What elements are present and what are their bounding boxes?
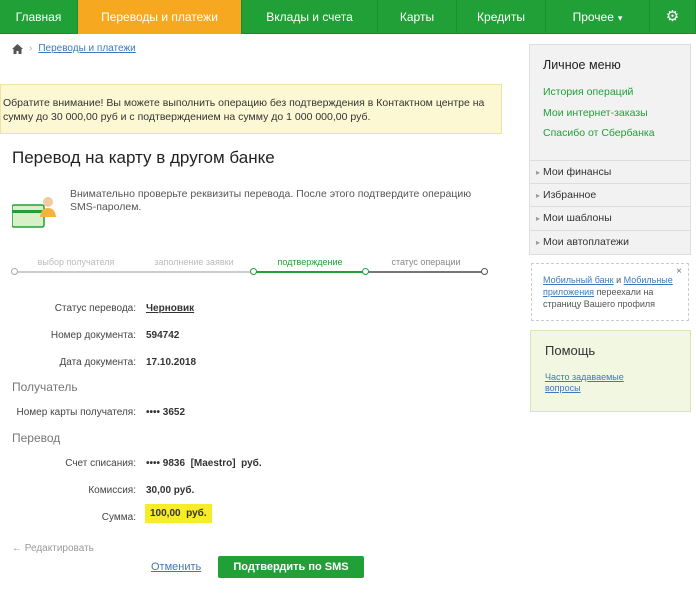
sidebar-item-favorites[interactable]: ▸ Избранное <box>530 183 690 206</box>
doc-date-value: 17.10.2018 <box>146 357 197 368</box>
account-label: Счет списания: <box>65 458 136 469</box>
fee-value: 30,00 руб. <box>146 485 195 496</box>
breadcrumb-link-transfers[interactable]: Переводы и платежи <box>38 43 135 54</box>
status-label: Статус перевода: <box>54 303 136 314</box>
recipient-card-label: Номер карты получателя: <box>16 407 136 418</box>
mobile-promo: × Мобильный банк и Мобильные приложения … <box>531 263 689 321</box>
step-track-done <box>15 271 251 273</box>
sidebar-link-history[interactable]: История операций <box>543 86 633 98</box>
page-title: Перевод на карту в другом банке <box>12 148 275 167</box>
status-value-link[interactable]: Черновик <box>146 303 194 314</box>
recipient-card-value: •••• 3652 <box>146 407 186 418</box>
personal-menu-title: Личное меню <box>543 58 621 72</box>
step-1-dot <box>11 268 18 275</box>
intro-text: Внимательно проверьте реквизиты перевода… <box>70 188 472 213</box>
nav-item-credits[interactable]: Кредиты <box>457 0 546 34</box>
doc-number-value: 594742 <box>146 330 180 341</box>
nav-item-deposits[interactable]: Вклады и счета <box>242 0 378 34</box>
sidebar-item-templates[interactable]: ▸ Мои шаблоны <box>530 206 690 229</box>
mobile-bank-link[interactable]: Мобильный банк <box>543 275 614 285</box>
sidebar-item-label: Избранное <box>543 189 597 201</box>
help-title: Помощь <box>545 343 596 358</box>
chevron-right-icon: ▸ <box>536 168 541 177</box>
step-end-dot <box>481 268 488 275</box>
breadcrumb-separator: › <box>29 43 33 54</box>
chevron-right-icon: ▸ <box>536 191 541 200</box>
step-4-dot <box>362 268 369 275</box>
nav-item-main[interactable]: Главная <box>0 0 78 34</box>
personal-menu: Личное меню История операций Мои интерне… <box>529 44 691 255</box>
step-1-label: выбор получателя <box>37 257 115 267</box>
doc-number-label: Номер документа: <box>50 330 136 341</box>
settings-button[interactable]: ⚙ <box>650 0 696 34</box>
step-3-label: подтверждение <box>277 257 343 267</box>
cancel-link[interactable]: Отменить <box>151 561 201 573</box>
nav-item-cards[interactable]: Карты <box>378 0 457 34</box>
nav-item-transfers[interactable]: Переводы и платежи <box>78 0 242 34</box>
faq-link[interactable]: Часто задаваемые вопросы <box>545 372 655 394</box>
sidebar-item-autopayments[interactable]: ▸ Мои автоплатежи <box>530 230 690 253</box>
notice-banner: Обратите внимание! Вы можете выполнить о… <box>0 84 502 134</box>
doc-date-label: Дата документа: <box>59 357 136 368</box>
top-nav: Главная Переводы и платежи Вклады и счет… <box>0 0 696 34</box>
sidebar-item-finances[interactable]: ▸ Мои финансы <box>530 160 690 183</box>
help-box: Помощь Часто задаваемые вопросы <box>530 330 691 412</box>
confirm-sms-button[interactable]: Подтвердить по SMS <box>218 556 364 578</box>
step-track-current <box>254 271 368 273</box>
chevron-down-icon: ▾ <box>617 13 623 23</box>
step-2-label: заполнение заявки <box>154 257 234 267</box>
fee-label: Комиссия: <box>88 485 136 496</box>
edit-link[interactable]: ← Редактировать <box>12 543 94 554</box>
sidebar-link-spasibo[interactable]: Спасибо от Сбербанка <box>543 127 655 139</box>
chevron-right-icon: ▸ <box>536 214 541 223</box>
step-4-label: статус операции <box>391 257 461 267</box>
promo-and: и <box>613 275 624 285</box>
account-value: •••• 9836 [Maestro] руб. <box>146 458 262 469</box>
recipient-heading: Получатель <box>12 380 78 394</box>
card-user-icon <box>11 195 58 234</box>
nav-item-more-label: Прочее <box>572 10 614 24</box>
transfer-heading: Перевод <box>12 431 61 445</box>
breadcrumb: › Переводы и платежи <box>12 43 136 54</box>
sidebar-item-label: Мои финансы <box>543 166 612 178</box>
sidebar-link-orders[interactable]: Мои интернет-заказы <box>543 107 648 119</box>
sidebar-item-label: Мои шаблоны <box>543 212 612 224</box>
gear-icon: ⚙ <box>665 8 680 25</box>
chevron-right-icon: ▸ <box>536 238 541 247</box>
progress-stepper: выбор получателя заполнение заявки подтв… <box>11 257 488 279</box>
amount-label: Сумма: <box>101 512 136 523</box>
amount-value: 100,00 руб. <box>145 504 212 523</box>
step-track-remaining <box>368 271 486 273</box>
nav-item-more[interactable]: Прочее ▾ <box>546 0 650 34</box>
home-icon[interactable] <box>12 43 23 54</box>
close-icon[interactable]: × <box>676 266 682 278</box>
sidebar-item-label: Мои автоплатежи <box>543 236 629 248</box>
step-3-dot <box>250 268 257 275</box>
